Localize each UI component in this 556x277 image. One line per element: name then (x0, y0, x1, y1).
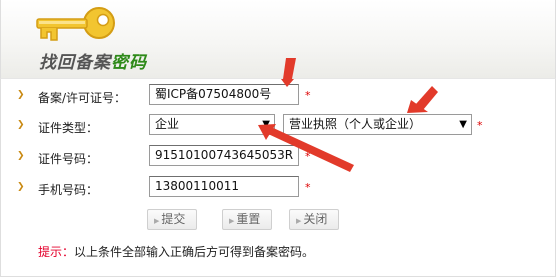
triangle-right-icon: ▶ (296, 217, 302, 225)
cert-subtype-select[interactable]: 营业执照（个人或企业） ▼ (283, 114, 472, 135)
cert-type-select[interactable]: 企业 ▼ (149, 114, 275, 135)
reset-button[interactable]: ▶ 重置 (222, 209, 272, 230)
bullet-arrow-icon: ❯ (17, 120, 25, 130)
cert-subtype-value: 营业执照（个人或企业） (289, 117, 422, 131)
triangle-right-icon: ▶ (154, 217, 160, 225)
license-label: 备案/许可证号： (38, 91, 127, 105)
cert-number-input[interactable]: 91510100743645053R (149, 145, 299, 166)
triangle-right-icon: ▶ (229, 217, 235, 225)
bullet-arrow-icon: ❯ (17, 182, 25, 192)
phone-input[interactable]: 13800110011 (149, 176, 299, 197)
row-license: ❯ 备案/许可证号： 蜀ICP备07504800号 * (0, 84, 556, 110)
key-icon (36, 7, 115, 41)
row-cert-type: ❯ 证件类型： 企业 ▼ 营业执照（个人或企业） ▼ * (0, 114, 556, 140)
find-password-page: 找回备案密码 ❯ 备案/许可证号： 蜀ICP备07504800号 * ❯ 证件类… (0, 0, 556, 277)
bullet-arrow-icon: ❯ (17, 151, 25, 161)
license-input[interactable]: 蜀ICP备07504800号 (149, 84, 299, 105)
tip-text: 提示：以上条件全部输入正确后方可得到备案密码。 (38, 243, 314, 260)
row-cert-number: ❯ 证件号码： 91510100743645053R * (0, 145, 556, 171)
cert-type-value: 企业 (155, 117, 180, 131)
cert-type-label: 证件类型： (38, 121, 99, 135)
caret-down-icon: ▼ (459, 119, 467, 130)
required-marker: * (305, 150, 311, 163)
required-marker: * (305, 89, 311, 102)
phone-label: 手机号码： (38, 183, 99, 197)
submit-label: 提交 (161, 212, 186, 226)
close-button[interactable]: ▶ 关闭 (289, 209, 339, 230)
page-title: 找回备案密码 (39, 53, 147, 73)
required-marker: * (477, 119, 483, 132)
reset-label: 重置 (236, 212, 261, 226)
tip-label: 提示： (38, 245, 75, 259)
cert-number-label: 证件号码： (38, 152, 99, 166)
close-label: 关闭 (303, 212, 328, 226)
row-phone: ❯ 手机号码： 13800110011 * (0, 176, 556, 202)
page-title-accent: 密码 (111, 53, 147, 73)
required-marker: * (305, 181, 311, 194)
caret-down-icon: ▼ (262, 119, 270, 130)
tip-message: 以上条件全部输入正确后方可得到备案密码。 (74, 245, 315, 259)
submit-button[interactable]: ▶ 提交 (147, 209, 197, 230)
header-banner: 找回备案密码 (0, 0, 556, 78)
bullet-arrow-icon: ❯ (17, 90, 25, 100)
